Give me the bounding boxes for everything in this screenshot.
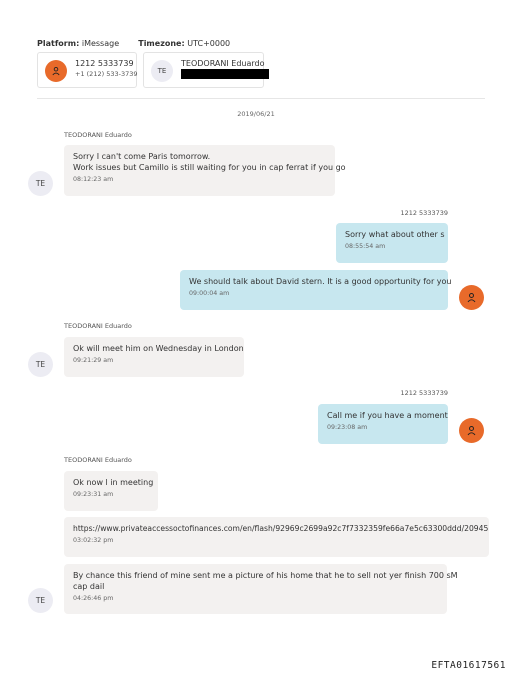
message-bubble: Sorry what about other s 08:55:54 am <box>336 223 448 263</box>
timezone-value: UTC+0000 <box>187 39 231 48</box>
platform-label: Platform: <box>37 39 80 48</box>
sender-label: TEODORANI Eduardo <box>64 131 132 139</box>
redaction-bar <box>181 69 269 79</box>
participant-name: TEODORANI Eduardo <box>181 59 265 68</box>
message-text: Sorry what about other s <box>345 230 445 239</box>
sender-label: 1212 5333739 <box>400 209 448 217</box>
message-bubble: Ok will meet him on Wednesday in London … <box>64 337 244 377</box>
person-icon <box>459 418 484 443</box>
message-time: 09:21:29 am <box>73 357 114 364</box>
document-id: EFTA01617561 <box>431 660 506 671</box>
message-text: Sorry I can't come Paris tomorrow. <box>73 152 211 161</box>
message-text: By chance this friend of mine sent me a … <box>73 571 458 580</box>
sender-label: TEODORANI Eduardo <box>64 322 132 330</box>
sender-label: 1212 5333739 <box>400 389 448 397</box>
message-time: 08:55:54 am <box>345 243 386 250</box>
message-text: Ok will meet him on Wednesday in London <box>73 344 244 353</box>
initials-avatar: TE <box>151 60 173 82</box>
message-bubble: By chance this friend of mine sent me a … <box>64 564 458 614</box>
message-text: Ok now l in meeting <box>73 478 154 487</box>
participant-name: 1212 5333739 <box>75 59 134 68</box>
person-icon <box>45 60 67 82</box>
message-bubble: Ok now l in meeting 09:23:31 am <box>64 471 158 511</box>
initials-avatar: TE <box>28 352 53 377</box>
divider <box>37 98 485 99</box>
message-text: We should talk about David stern. It is … <box>189 277 452 286</box>
message-link[interactable]: https://www.privateaccessoctofinances.co… <box>73 523 488 534</box>
sender-label: TEODORANI Eduardo <box>64 456 132 464</box>
message-bubble: Sorry I can't come Paris tomorrow. Work … <box>64 145 346 196</box>
message-time: 09:23:31 am <box>73 491 114 498</box>
participant-card-te: TE TEODORANI Eduardo <box>143 52 269 88</box>
participant-card-me: 1212 5333739 +1 (212) 533-3739 <box>37 52 138 88</box>
message-time: 09:23:08 am <box>327 424 368 431</box>
message-bubble: Call me if you have a moment 09:23:08 am <box>318 404 448 444</box>
message-text: Call me if you have a moment <box>327 411 448 420</box>
message-bubble: https://www.privateaccessoctofinances.co… <box>64 517 489 557</box>
initials-avatar: TE <box>28 171 53 196</box>
message-text: cap dail <box>73 582 105 591</box>
participant-phone: +1 (212) 533-3739 <box>75 70 138 78</box>
message-time: 03:02:32 pm <box>73 537 114 544</box>
message-text: Work issues but Camillo is still waiting… <box>73 163 346 172</box>
message-time: 04:26:46 pm <box>73 595 114 602</box>
message-time: 09:00:04 am <box>189 290 230 297</box>
message-time: 08:12:23 am <box>73 176 114 183</box>
platform-value: iMessage <box>81 39 120 48</box>
initials-avatar: TE <box>28 588 53 613</box>
person-icon <box>459 285 484 310</box>
conversation-meta: Platform: iMessage Timezone: UTC+0000 <box>37 39 230 48</box>
timezone-label: Timezone: <box>138 39 185 48</box>
message-bubble: We should talk about David stern. It is … <box>180 270 452 310</box>
date-separator: 2019/06/21 <box>237 110 275 118</box>
